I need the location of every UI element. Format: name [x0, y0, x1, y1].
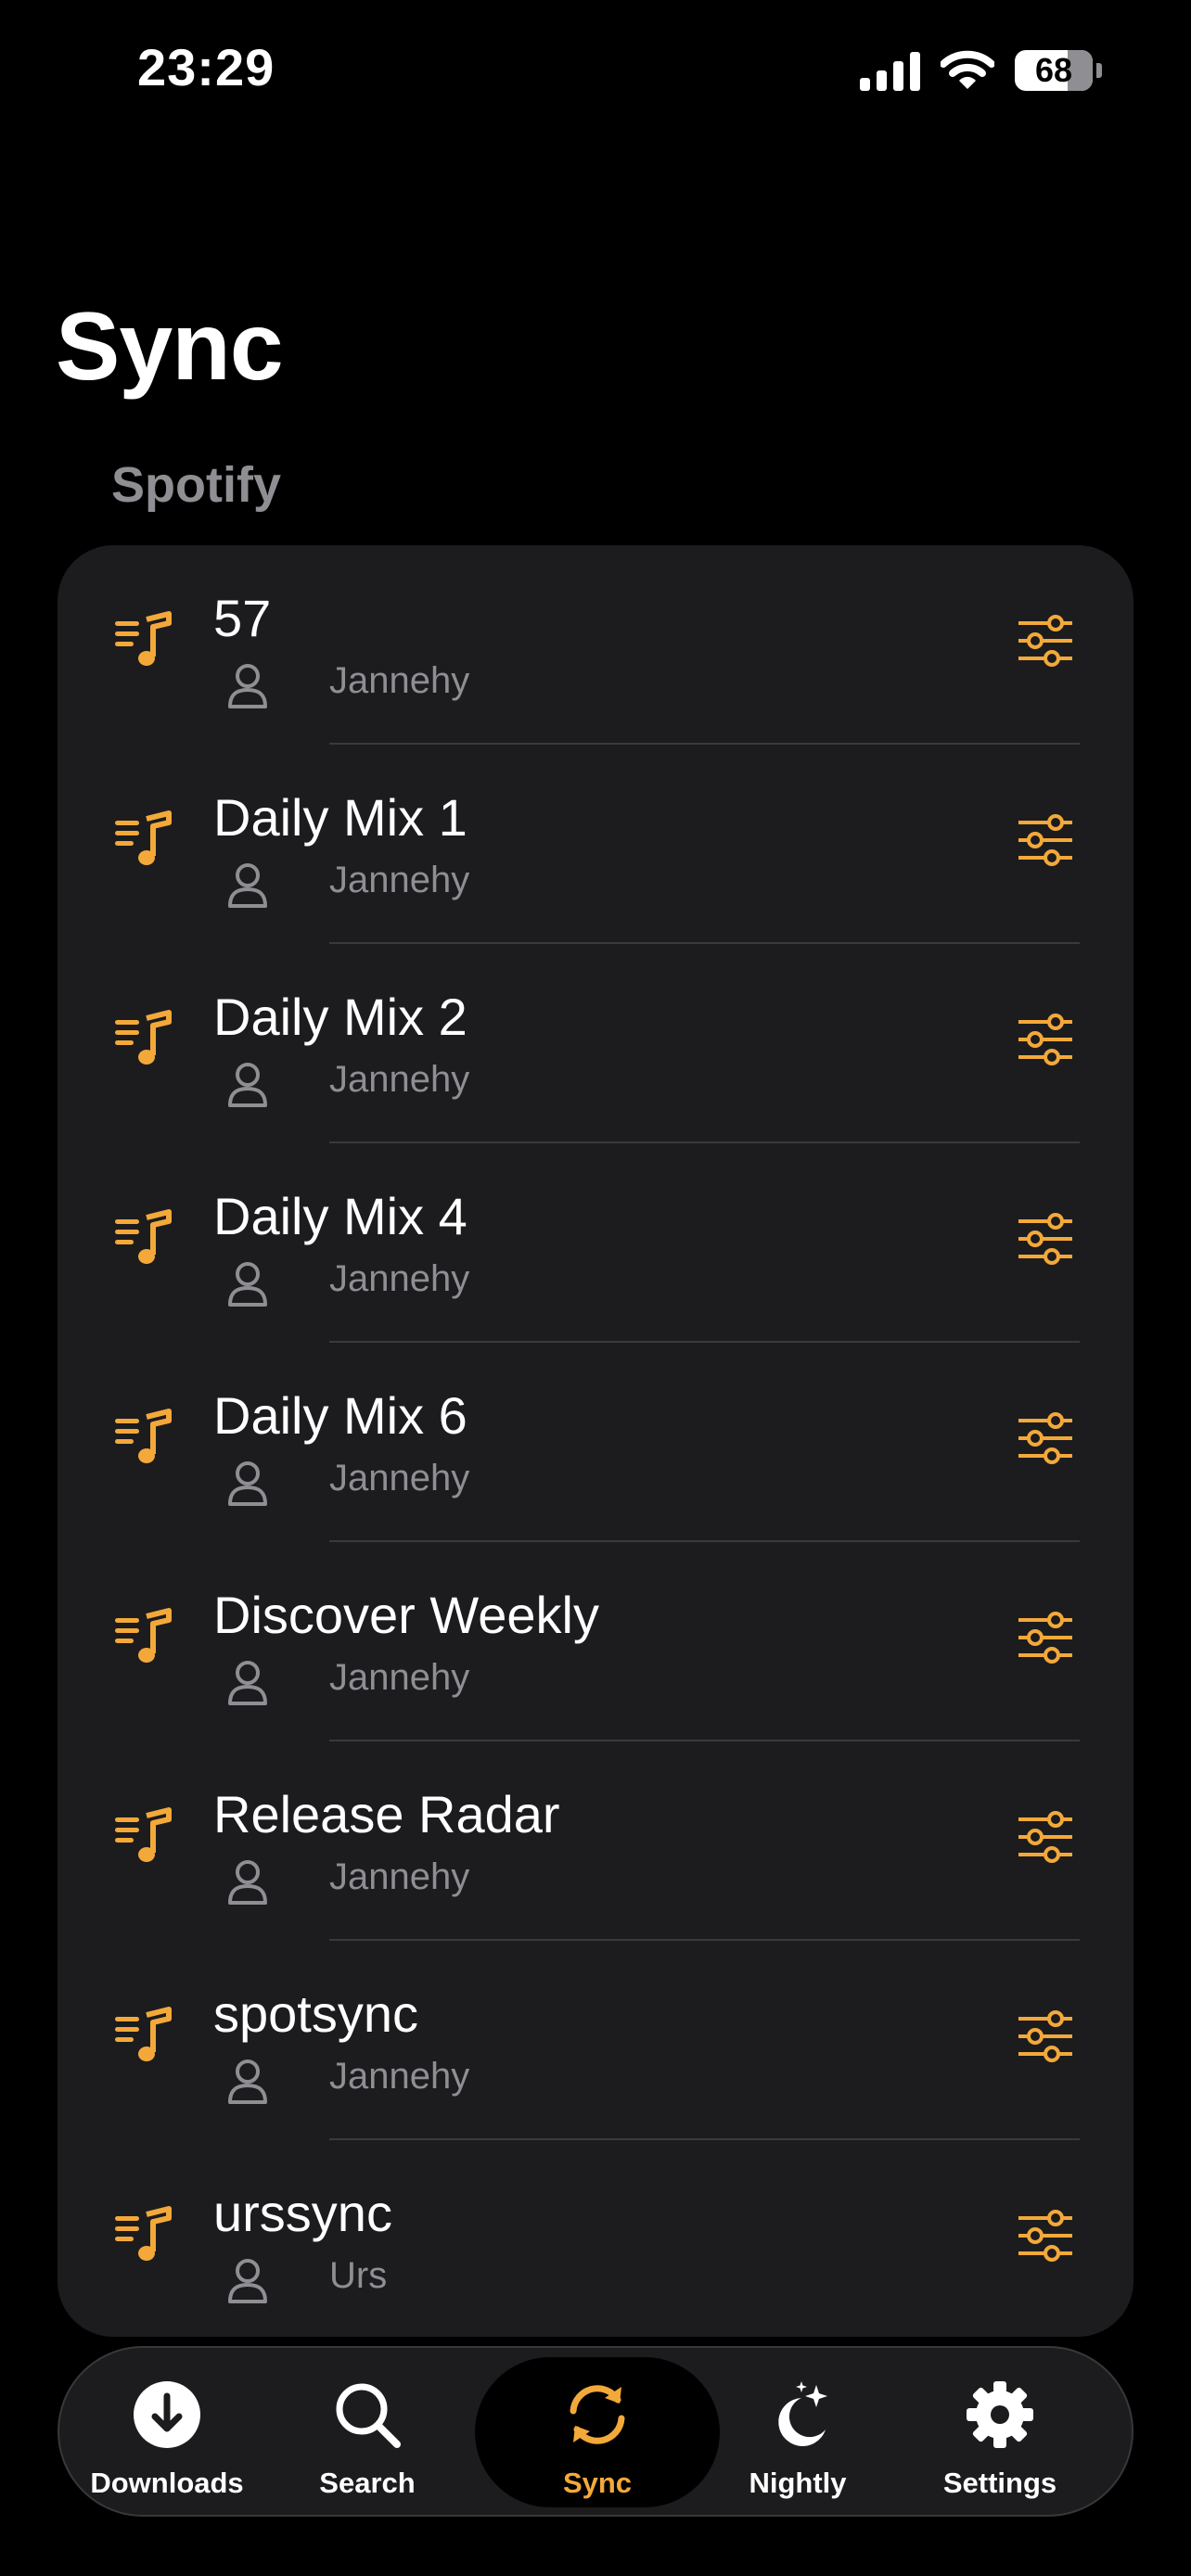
sliders-icon[interactable]	[1017, 813, 1074, 867]
playlist-icon	[115, 1209, 172, 1264]
tab-sync[interactable]: Sync	[505, 2348, 690, 2519]
playlist-icon	[115, 1010, 172, 1065]
playlist-name: Daily Mix 4	[213, 1187, 467, 1245]
playlist-name: Daily Mix 6	[213, 1386, 467, 1445]
playlist-icon	[115, 1807, 172, 1862]
person-icon	[228, 1262, 267, 1307]
playlist-row[interactable]: Daily Mix 4 Jannehy	[58, 1143, 1133, 1343]
cellular-signal-icon	[860, 50, 920, 91]
sliders-icon[interactable]	[1017, 1013, 1074, 1066]
playlist-name: Discover Weekly	[213, 1586, 599, 1644]
tab-search[interactable]: Search	[275, 2348, 460, 2519]
playlist-name: Release Radar	[213, 1785, 560, 1843]
tab-nightly[interactable]: Nightly	[705, 2348, 890, 2519]
status-bar: 23:29 68	[0, 0, 1191, 139]
playlist-icon	[115, 611, 172, 666]
status-indicators: 68	[860, 43, 1102, 98]
playlist-owner: Jannehy	[329, 1059, 470, 1100]
playlist-owner: Jannehy	[329, 1258, 470, 1299]
sliders-icon[interactable]	[1017, 2209, 1074, 2263]
playlist-icon	[115, 2007, 172, 2061]
playlist-icon	[115, 1608, 172, 1663]
gear-icon	[967, 2381, 1033, 2448]
tab-settings[interactable]: Settings	[907, 2348, 1093, 2519]
wifi-icon	[941, 50, 994, 89]
download-circle-icon	[134, 2381, 200, 2448]
playlist-icon	[115, 1409, 172, 1463]
playlist-name: 57	[213, 589, 272, 647]
playlist-row[interactable]: Discover Weekly Jannehy	[58, 1542, 1133, 1741]
playlist-owner: Jannehy	[329, 1458, 470, 1498]
tab-label: Settings	[942, 2467, 1057, 2499]
playlist-owner: Jannehy	[329, 2056, 470, 2097]
playlist-row[interactable]: urssync Urs	[58, 2140, 1133, 2337]
sliders-icon[interactable]	[1017, 1411, 1074, 1465]
sliders-icon[interactable]	[1017, 1212, 1074, 1266]
playlist-name: spotsync	[213, 1984, 418, 2043]
magnifying-glass-icon	[336, 2383, 401, 2448]
tab-bar: Downloads Search Sync Nightly Settings	[58, 2346, 1133, 2517]
tab-label: Nightly	[749, 2467, 847, 2499]
playlist-row[interactable]: spotsync Jannehy	[58, 1941, 1133, 2140]
tab-label: Downloads	[90, 2467, 244, 2499]
sliders-icon[interactable]	[1017, 1611, 1074, 1664]
playlist-owner: Jannehy	[329, 1856, 470, 1897]
playlist-name: urssync	[213, 2184, 392, 2242]
page-title: Sync	[56, 293, 284, 401]
playlist-row[interactable]: Daily Mix 2 Jannehy	[58, 944, 1133, 1143]
playlist-name: Daily Mix 2	[213, 988, 467, 1046]
sliders-icon[interactable]	[1017, 1810, 1074, 1864]
playlist-owner: Jannehy	[329, 1657, 470, 1698]
playlist-icon	[115, 810, 172, 865]
person-icon	[228, 1860, 267, 1905]
battery-icon: 68	[1015, 50, 1093, 91]
person-icon	[228, 1661, 267, 1705]
sliders-icon[interactable]	[1017, 614, 1074, 668]
playlist-row[interactable]: Daily Mix 6 Jannehy	[58, 1343, 1133, 1542]
status-time: 23:29	[137, 38, 275, 96]
person-icon	[228, 2060, 267, 2104]
person-icon	[228, 2259, 267, 2303]
playlist-owner: Jannehy	[329, 660, 470, 701]
person-icon	[228, 1461, 267, 1506]
playlist-list: 57 Jannehy Daily Mix 1 Jannehy Daily Mix 2 Ja…	[58, 545, 1133, 2337]
battery-percentage: 68	[1034, 51, 1073, 89]
playlist-owner: Jannehy	[329, 860, 470, 900]
person-icon	[228, 664, 267, 708]
section-header-spotify: Spotify	[111, 457, 281, 513]
playlist-row[interactable]: 57 Jannehy	[58, 545, 1133, 745]
tab-label: Sync	[562, 2467, 633, 2499]
person-icon	[228, 1063, 267, 1107]
playlist-row[interactable]: Release Radar Jannehy	[58, 1741, 1133, 1941]
battery-nub	[1096, 63, 1102, 78]
playlist-name: Daily Mix 1	[213, 788, 467, 847]
person-icon	[228, 863, 267, 908]
moon-stars-icon	[778, 2381, 827, 2446]
sliders-icon[interactable]	[1017, 2009, 1074, 2063]
playlist-icon	[115, 2206, 172, 2261]
tab-downloads[interactable]: Downloads	[74, 2348, 260, 2519]
playlist-row[interactable]: Daily Mix 1 Jannehy	[58, 745, 1133, 944]
tab-label: Search	[319, 2467, 416, 2499]
playlist-owner: Urs	[329, 2255, 388, 2296]
sync-arrows-icon	[570, 2385, 625, 2444]
